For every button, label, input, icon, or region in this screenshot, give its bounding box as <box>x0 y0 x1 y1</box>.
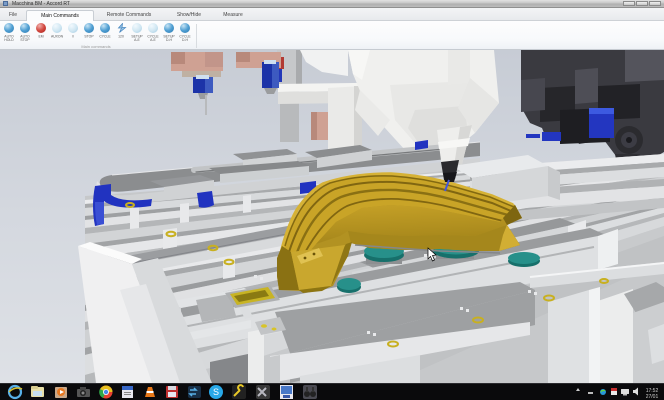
svg-text:S: S <box>213 387 219 397</box>
svg-text:27/01: 27/01 <box>646 394 659 400</box>
